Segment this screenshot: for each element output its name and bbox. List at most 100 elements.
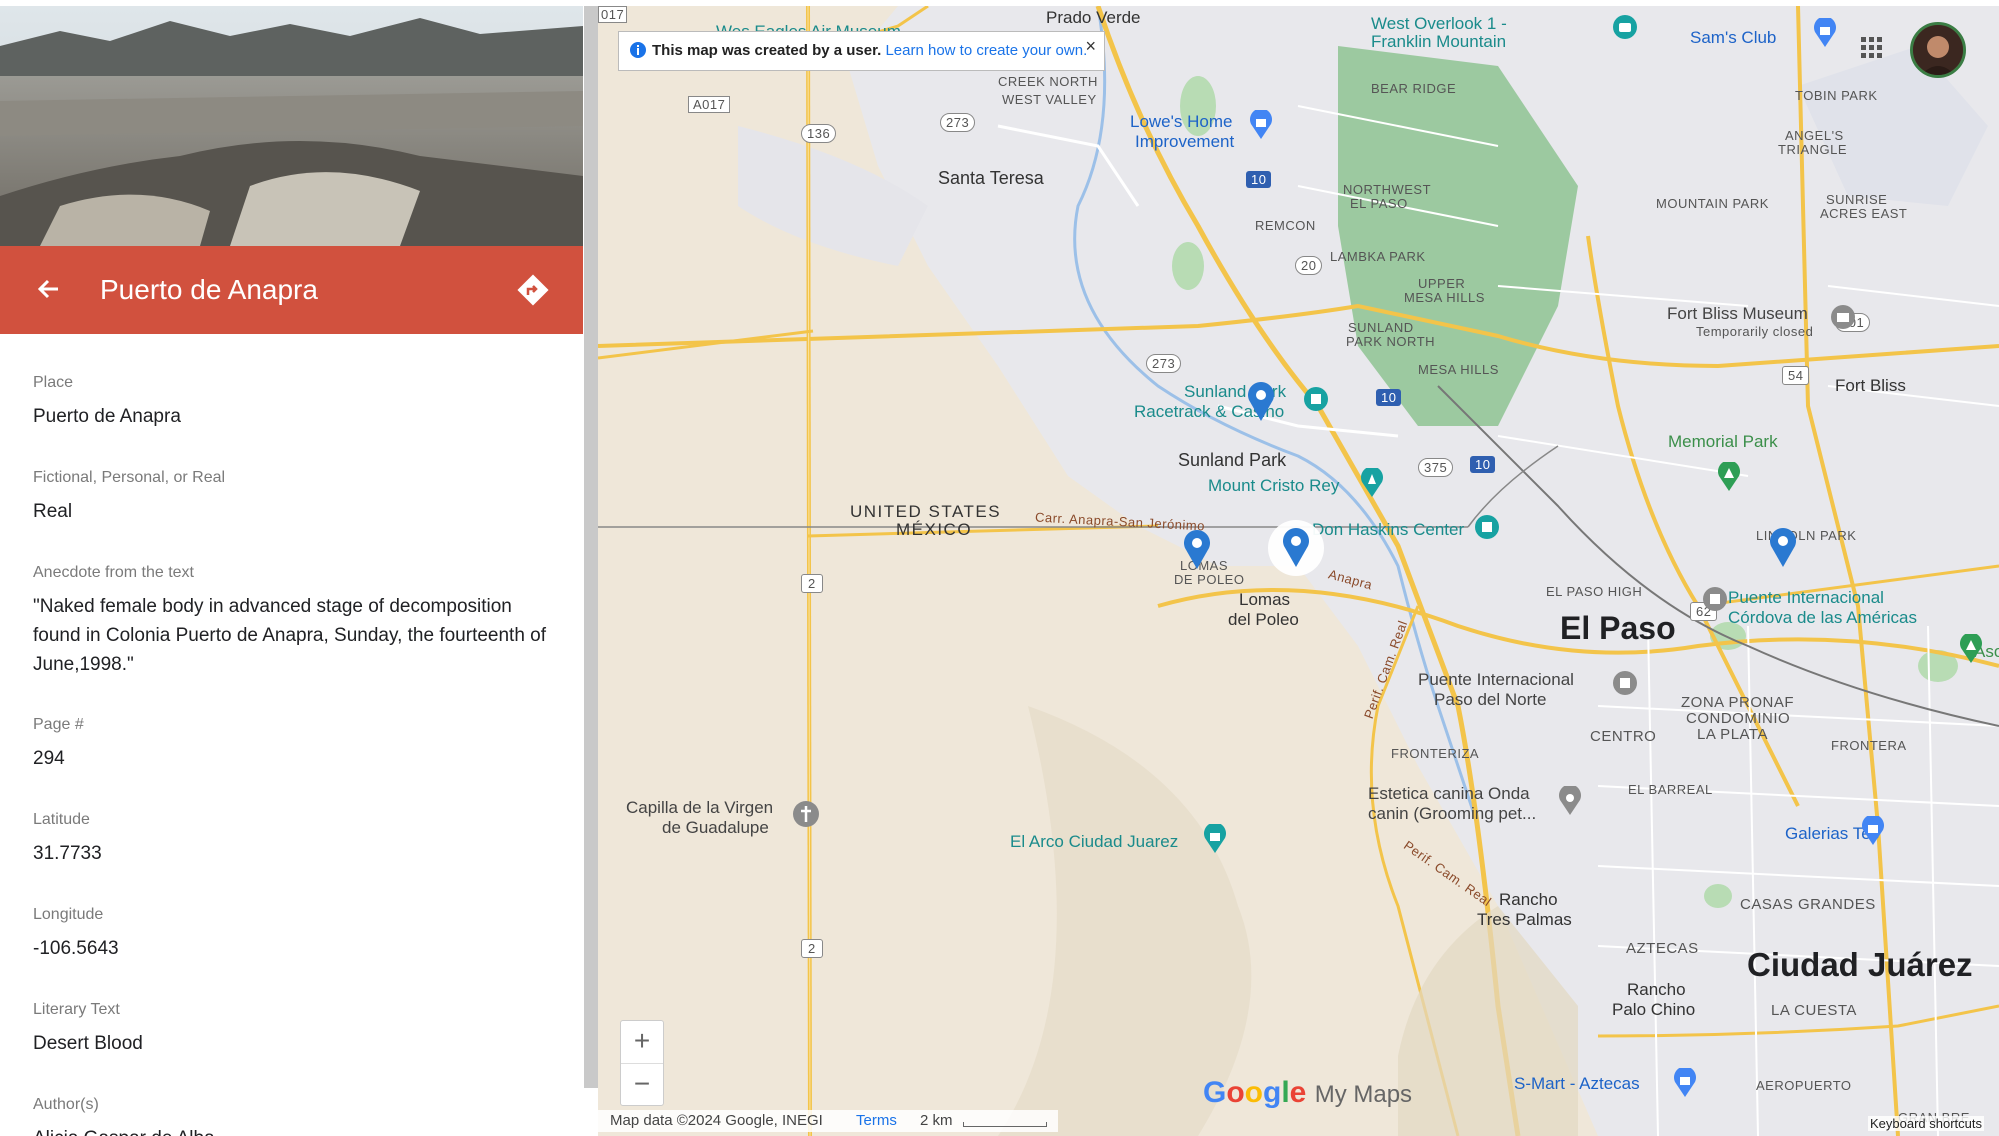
zoom-in-button[interactable]: + [621, 1021, 663, 1064]
shopping-poi-icon[interactable] [1672, 1066, 1698, 1103]
map-label: S-Mart - Aztecas [1514, 1074, 1640, 1093]
zoom-out-button[interactable]: − [621, 1064, 663, 1106]
customs-poi-icon[interactable] [1702, 586, 1728, 617]
map-label: BEAR RIDGE [1371, 81, 1457, 96]
stadium-poi-icon[interactable] [1474, 514, 1500, 545]
avatar[interactable] [1910, 22, 1966, 78]
map-label: LAMBKA PARK [1330, 249, 1426, 264]
map-label: Don Haskins Center [1312, 520, 1465, 539]
shopping-poi-icon[interactable] [1860, 814, 1886, 851]
map-label: Sam's Club [1690, 28, 1777, 47]
camera-poi-icon[interactable] [1612, 14, 1638, 45]
field-label: Longitude [33, 906, 104, 923]
city-label: Ciudad Juárez [1747, 946, 1973, 983]
map-label: de Guadalupe [662, 818, 769, 837]
map-label: MOUNTAIN PARK [1656, 196, 1769, 211]
country-label: MÉXICO [896, 520, 973, 539]
map-label: Sunland Park [1178, 450, 1287, 470]
route-shield: 375 [1418, 458, 1454, 477]
map-label: Memorial Park [1668, 432, 1778, 451]
country-label: UNITED STATES [850, 502, 1002, 521]
map-label: del Poleo [1228, 610, 1299, 629]
interstate-shield: 10 [1376, 389, 1402, 406]
place-photo [0, 6, 583, 246]
terms-link[interactable]: Terms [856, 1112, 897, 1129]
directions-icon[interactable] [515, 272, 551, 308]
keyboard-shortcuts-link[interactable]: Keyboard shortcuts [1868, 1116, 1985, 1131]
customs-poi-icon[interactable] [1612, 670, 1638, 701]
place-title: Puerto de Anapra [100, 274, 318, 305]
map-label: Estetica canina Onda [1368, 784, 1530, 803]
notice-text: This map was created by a user. [652, 42, 882, 59]
field-label: Page # [33, 716, 84, 733]
field-label: Author(s) [33, 1096, 99, 1113]
field-value: -106.5643 [33, 938, 119, 959]
map-marker[interactable] [1768, 526, 1798, 573]
map-label: EL PASO [1350, 196, 1408, 211]
close-icon[interactable]: × [1085, 36, 1096, 57]
map-label: West Overlook 1 - [1371, 14, 1507, 33]
map-label: FRONTERIZA [1391, 746, 1480, 761]
map-label: CONDOMINIO [1686, 710, 1791, 727]
church-poi-icon[interactable] [792, 800, 820, 833]
map-label: Córdova de las Américas [1728, 608, 1917, 627]
field-value: 31.7733 [33, 843, 102, 864]
museum-poi-icon[interactable] [1830, 304, 1856, 335]
landmark-poi-icon[interactable] [1359, 466, 1385, 503]
place-title-bar: Puerto de Anapra [0, 246, 583, 334]
map-label: Tres Palmas [1477, 910, 1572, 929]
scale-bar [963, 1122, 1047, 1127]
sidebar-scrollbar[interactable] [584, 6, 598, 1088]
shopping-poi-icon[interactable] [1812, 16, 1838, 53]
map-label: SUNRISE [1826, 192, 1888, 207]
field-label: Place [33, 374, 74, 391]
field-label: Literary Text [33, 1001, 120, 1018]
map-label: Santa Teresa [938, 168, 1044, 188]
interstate-shield: 10 [1470, 456, 1496, 473]
route-shield: 273 [1146, 354, 1182, 373]
map-label: El Arco Ciudad Juarez [1010, 832, 1179, 851]
map-label: UPPER [1418, 276, 1466, 291]
field-label: Latitude [33, 811, 90, 828]
field-value: 294 [33, 748, 65, 769]
place-poi-icon[interactable] [1557, 784, 1583, 821]
map-label: AZTECAS [1626, 940, 1699, 957]
casino-poi-icon[interactable] [1303, 386, 1329, 417]
shopping-poi-icon[interactable] [1248, 108, 1274, 145]
map-label: EL PASO HIGH [1546, 584, 1643, 599]
field-label: Fictional, Personal, or Real [33, 469, 226, 486]
field-latitude: Latitude 31.7733 [33, 811, 553, 868]
field-page: Page # 294 [33, 716, 553, 773]
map-canvas[interactable]: 017 A017 136 273 273 10 10 10 20 375 54 … [598, 6, 1999, 1136]
field-value: Desert Blood [33, 1033, 143, 1054]
apps-grid-icon[interactable] [1860, 36, 1884, 60]
map-marker[interactable] [1246, 380, 1276, 427]
map-label: PARK NORTH [1346, 334, 1436, 349]
park-poi-icon[interactable] [1716, 460, 1742, 497]
map-label: Improvement [1135, 132, 1235, 151]
route-shield: 273 [940, 113, 976, 132]
field-literary-text: Literary Text Desert Blood [33, 1001, 553, 1058]
map-label: WEST VALLEY [1002, 92, 1097, 107]
map-label: LA PLATA [1697, 726, 1768, 743]
info-icon [629, 41, 647, 63]
route-shield: 017 [598, 6, 628, 23]
route-shield: 136 [801, 124, 837, 143]
map-data-credit: Map data ©2024 Google, INEGI [610, 1112, 823, 1129]
interstate-shield: 10 [1246, 171, 1272, 188]
place-detail-panel: Puerto de Anapra Place Puerto de Anapra … [0, 6, 583, 1136]
route-shield: 2 [801, 939, 823, 958]
camera-poi-icon[interactable] [1202, 822, 1228, 859]
map-marker[interactable] [1182, 528, 1212, 575]
park-poi-icon[interactable] [1958, 632, 1984, 669]
create-map-link[interactable]: Learn how to create your own. [885, 42, 1087, 59]
selected-marker[interactable] [1268, 520, 1324, 576]
map-label: NORTHWEST [1343, 182, 1432, 197]
map-label: Mount Cristo Rey [1208, 476, 1340, 495]
back-arrow-icon[interactable] [30, 272, 66, 308]
zoom-control: + − [620, 1020, 664, 1106]
city-label: El Paso [1560, 610, 1676, 646]
map-label: CASAS GRANDES [1740, 896, 1876, 913]
map-label: Rancho [1627, 980, 1686, 999]
field-value: Alicia Gaspar de Alba [33, 1124, 553, 1136]
